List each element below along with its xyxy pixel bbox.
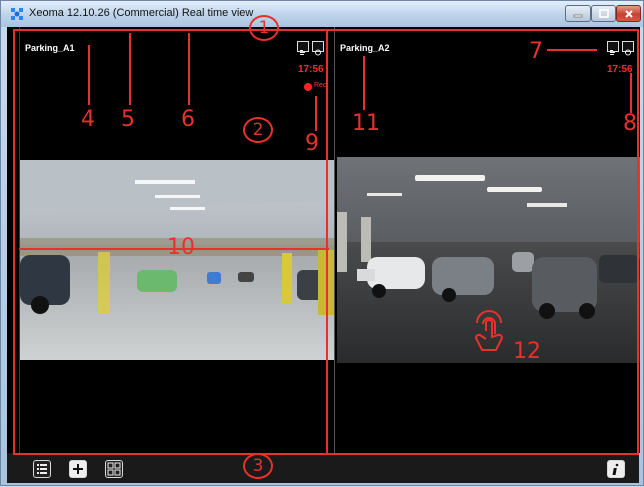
annotation-1: 1 — [249, 15, 279, 41]
list-icon — [37, 464, 47, 474]
minimize-icon — [573, 14, 583, 17]
annotation-3: 3 — [243, 453, 273, 479]
snapshot-icon[interactable] — [622, 41, 634, 56]
snapshot-icon[interactable] — [312, 41, 324, 56]
annotation-7: 7 — [529, 39, 543, 64]
annotation-10: 10 — [167, 235, 195, 260]
camera-grid: Parking_A1 17:56 Rec Parking_A2 17:56 — [7, 27, 640, 476]
camera-time: 17:56 — [607, 64, 633, 75]
annotation-4: 4 — [81, 107, 95, 132]
annotation-5: 5 — [121, 107, 135, 132]
annotation-6: 6 — [181, 107, 195, 132]
info-icon — [612, 463, 619, 475]
app-window: Xeoma 12.10.26 (Commercial) Real time vi… — [0, 0, 644, 486]
camera-feed-parking-a1 — [20, 160, 334, 360]
grid-layout-icon — [107, 462, 121, 476]
maximize-icon — [598, 9, 609, 18]
camera-pane-parking-a2[interactable]: Parking_A2 17:56 — [334, 27, 640, 453]
maximize-button[interactable] — [591, 5, 616, 22]
annotation-9: 9 — [305, 131, 319, 156]
camera-name: Parking_A1 — [25, 43, 75, 53]
close-icon — [624, 9, 633, 18]
bottom-toolbar — [7, 453, 639, 483]
minimize-button[interactable] — [565, 5, 591, 22]
camera-feed-parking-a2 — [337, 157, 640, 363]
xeoma-logo-icon — [11, 8, 23, 20]
layout-button[interactable] — [105, 460, 123, 478]
camera-time: 17:56 — [298, 64, 324, 75]
camera-settings-icon[interactable] — [607, 41, 619, 55]
record-indicator-icon — [304, 83, 312, 91]
add-icon — [73, 464, 83, 474]
camera-settings-icon[interactable] — [297, 41, 309, 55]
close-button[interactable] — [616, 5, 641, 22]
annotation-11: 11 — [352, 111, 380, 136]
annotation-8: 8 — [623, 111, 637, 136]
record-label: Rec — [314, 82, 327, 89]
list-button[interactable] — [33, 460, 51, 478]
add-camera-button[interactable] — [69, 460, 87, 478]
window-title: Xeoma 12.10.26 (Commercial) Real time vi… — [29, 7, 254, 19]
title-bar[interactable]: Xeoma 12.10.26 (Commercial) Real time vi… — [1, 1, 643, 27]
annotation-12: 12 — [513, 339, 541, 364]
info-button[interactable] — [607, 460, 625, 478]
annotation-2: 2 — [243, 117, 273, 143]
camera-name: Parking_A2 — [340, 43, 390, 53]
